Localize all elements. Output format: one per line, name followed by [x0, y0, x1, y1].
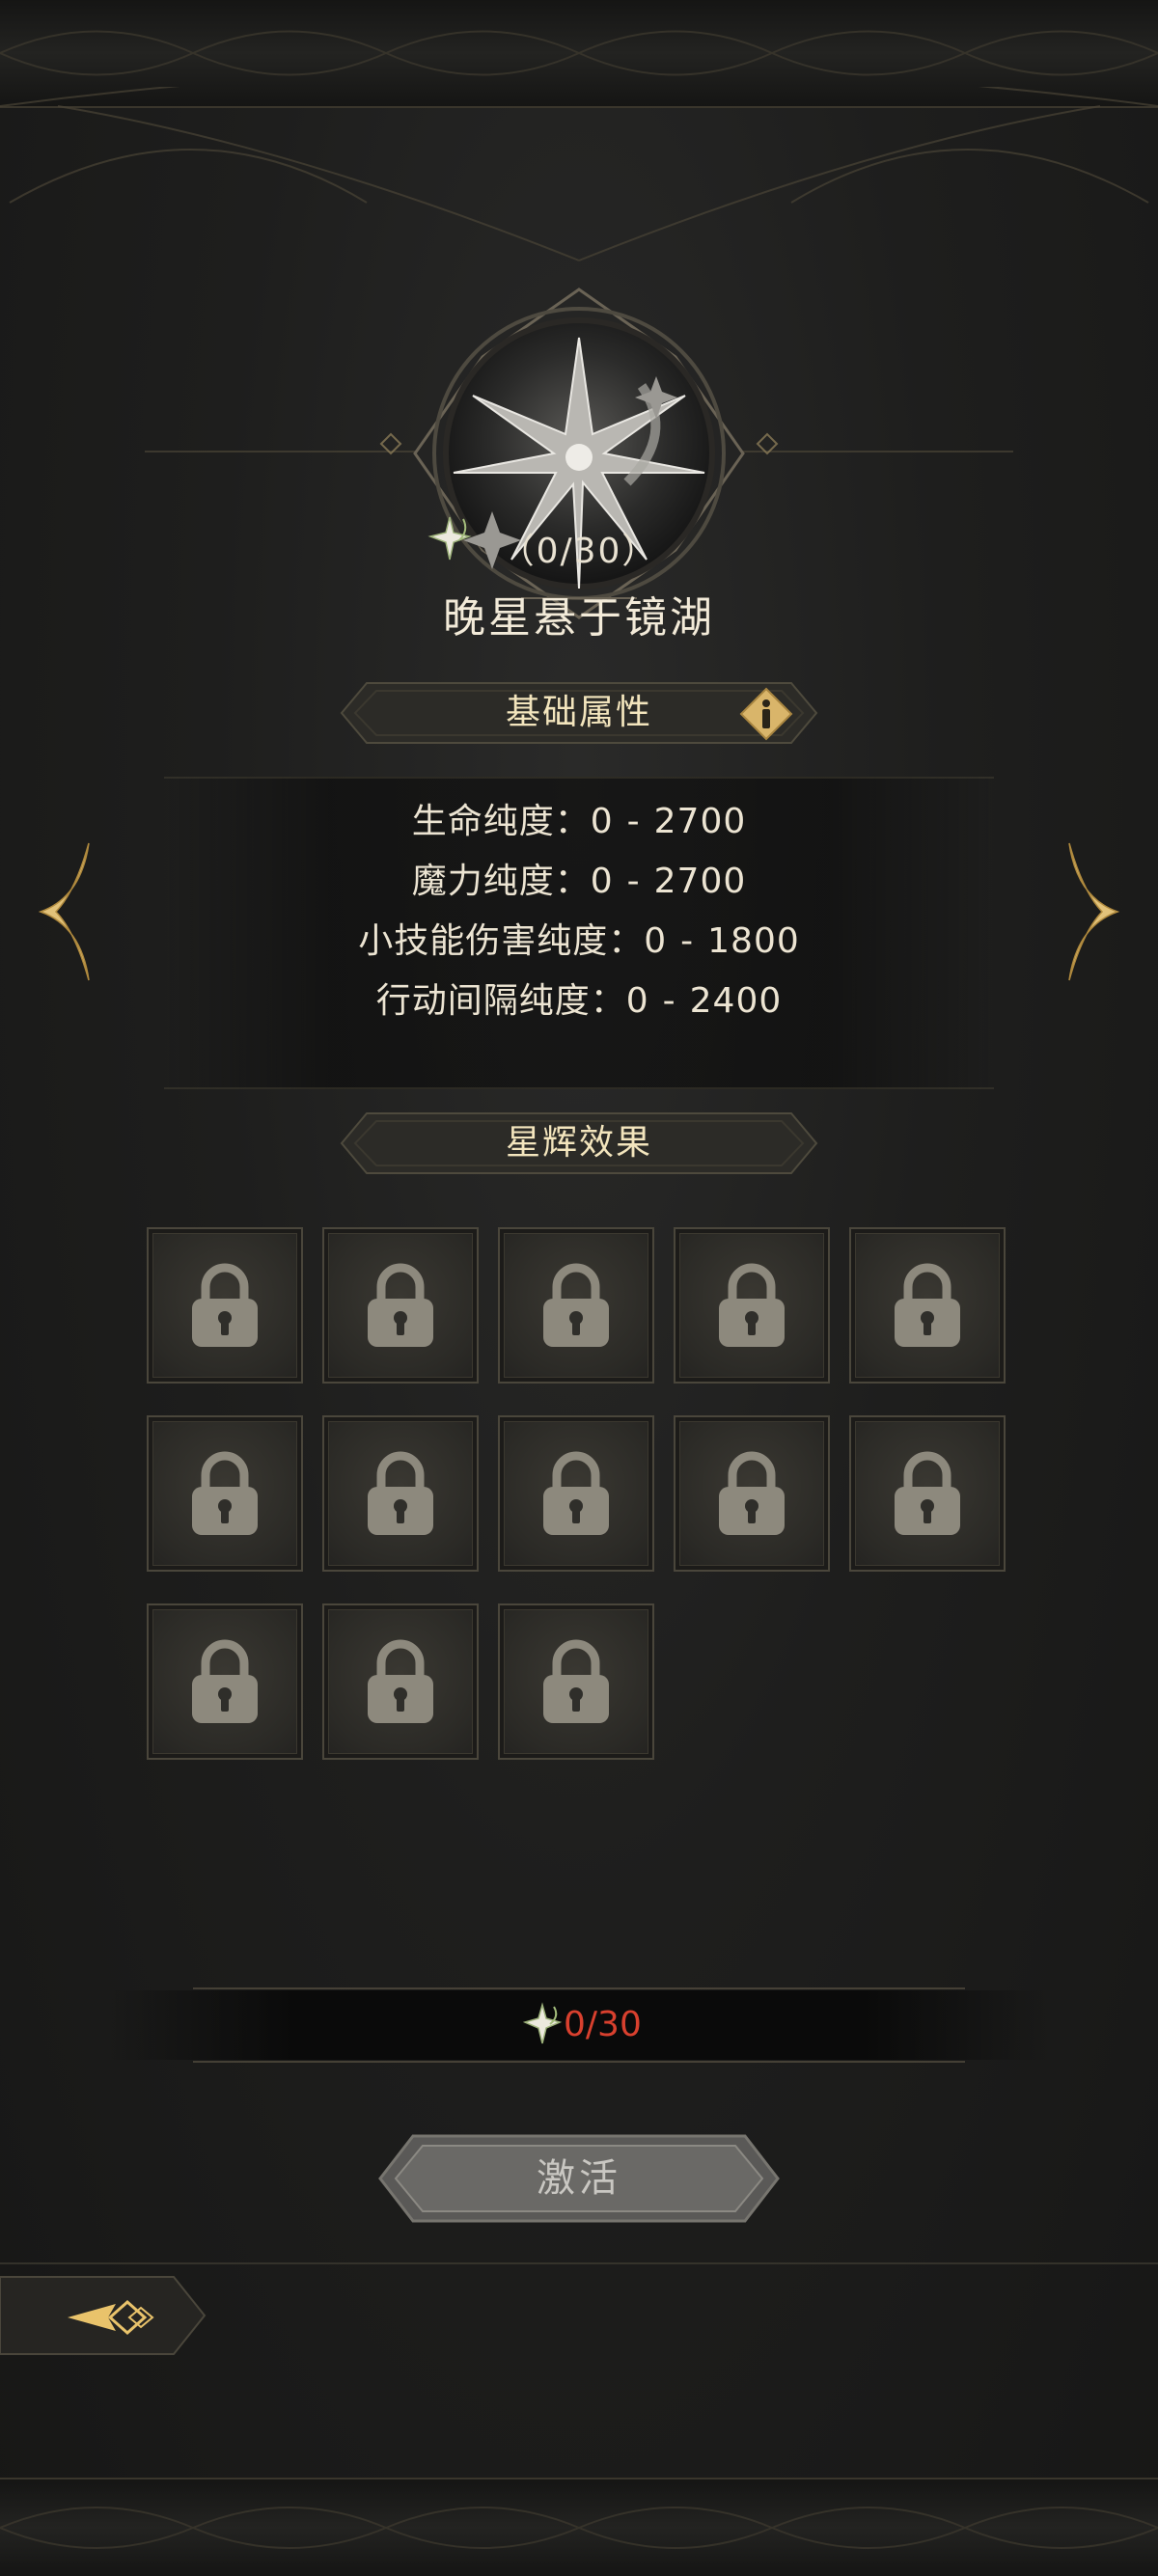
lock-icon	[368, 1451, 433, 1535]
stat-dash: -	[626, 862, 641, 901]
footer-divider	[0, 2262, 1158, 2264]
star-effects-title: 星辉效果	[505, 1123, 652, 1163]
chevron-left-icon[interactable]	[33, 839, 100, 984]
stat-max: 2400	[689, 981, 783, 1021]
stat-row-action-interval: 行动间隔纯度：0-2400	[0, 973, 1158, 1023]
lock-icon	[543, 1263, 609, 1347]
stat-max: 2700	[653, 802, 747, 841]
star-effect-slot[interactable]	[674, 1227, 830, 1384]
stat-min: 0	[590, 802, 614, 841]
stat-min: 0	[644, 921, 668, 961]
star-effect-slot[interactable]	[674, 1415, 830, 1572]
star-panel-page: （0/30） 晚星悬于镜湖 基础属性 生命纯度：0-2700 魔力纯度：0-27…	[0, 0, 1158, 2576]
star-effects-header: 星辉效果	[338, 1110, 820, 1177]
stat-row-hp: 生命纯度：0-2700	[0, 793, 1158, 843]
stat-min: 0	[590, 862, 614, 901]
constellation-title: 晚星悬于镜湖	[443, 593, 715, 643]
lock-icon	[895, 1263, 960, 1347]
bottom-ornament-band	[0, 2478, 1158, 2576]
stat-max: 1800	[707, 921, 800, 961]
star-effect-slot[interactable]	[147, 1603, 303, 1760]
stat-dash: -	[626, 802, 641, 841]
stat-label: 行动间隔纯度：	[375, 981, 626, 1021]
stat-label: 魔力纯度：	[411, 862, 591, 901]
star-fragment-icon	[522, 2002, 563, 2044]
activate-button-label: 激活	[537, 2156, 621, 2201]
side-tab-button[interactable]	[0, 2267, 212, 2364]
stat-label: 生命纯度：	[411, 802, 591, 841]
lock-icon	[192, 1451, 258, 1535]
cost-amount: 0/30	[564, 2005, 642, 2044]
star-effect-slot[interactable]	[849, 1227, 1006, 1384]
lock-icon	[192, 1263, 258, 1347]
star-effect-slot[interactable]	[849, 1415, 1006, 1572]
info-icon[interactable]	[739, 687, 793, 741]
stat-row-skill-damage: 小技能伤害纯度：0-1800	[0, 913, 1158, 963]
lock-icon	[543, 1639, 609, 1723]
stat-label: 小技能伤害纯度：	[358, 921, 645, 961]
star-effect-slot[interactable]	[147, 1227, 303, 1384]
star-effect-slot[interactable]	[322, 1603, 479, 1760]
lock-icon	[719, 1263, 785, 1347]
lock-icon	[368, 1639, 433, 1723]
star-effect-slot[interactable]	[498, 1227, 654, 1384]
star-effect-slot[interactable]	[322, 1415, 479, 1572]
cost-divider-top	[193, 1987, 965, 1989]
lock-icon	[895, 1451, 960, 1535]
lock-icon	[543, 1451, 609, 1535]
lock-icon	[192, 1639, 258, 1723]
stat-row-mp: 魔力纯度：0-2700	[0, 853, 1158, 903]
cost-divider-bottom	[193, 2061, 965, 2063]
activate-button[interactable]: 激活	[374, 2130, 784, 2227]
stat-dash: -	[662, 981, 676, 1021]
chevron-right-icon[interactable]	[1058, 839, 1125, 984]
lock-icon	[719, 1451, 785, 1535]
stat-min: 0	[625, 981, 649, 1021]
constellation-emblem-icon	[413, 288, 745, 619]
star-effect-slot[interactable]	[147, 1415, 303, 1572]
star-effect-slot[interactable]	[498, 1603, 654, 1760]
lock-icon	[368, 1263, 433, 1347]
stat-max: 2700	[653, 862, 747, 901]
star-effect-slot[interactable]	[322, 1227, 479, 1384]
constellation-progress: （0/30）	[499, 532, 659, 571]
stat-dash: -	[680, 921, 695, 961]
star-effect-slot[interactable]	[498, 1415, 654, 1572]
